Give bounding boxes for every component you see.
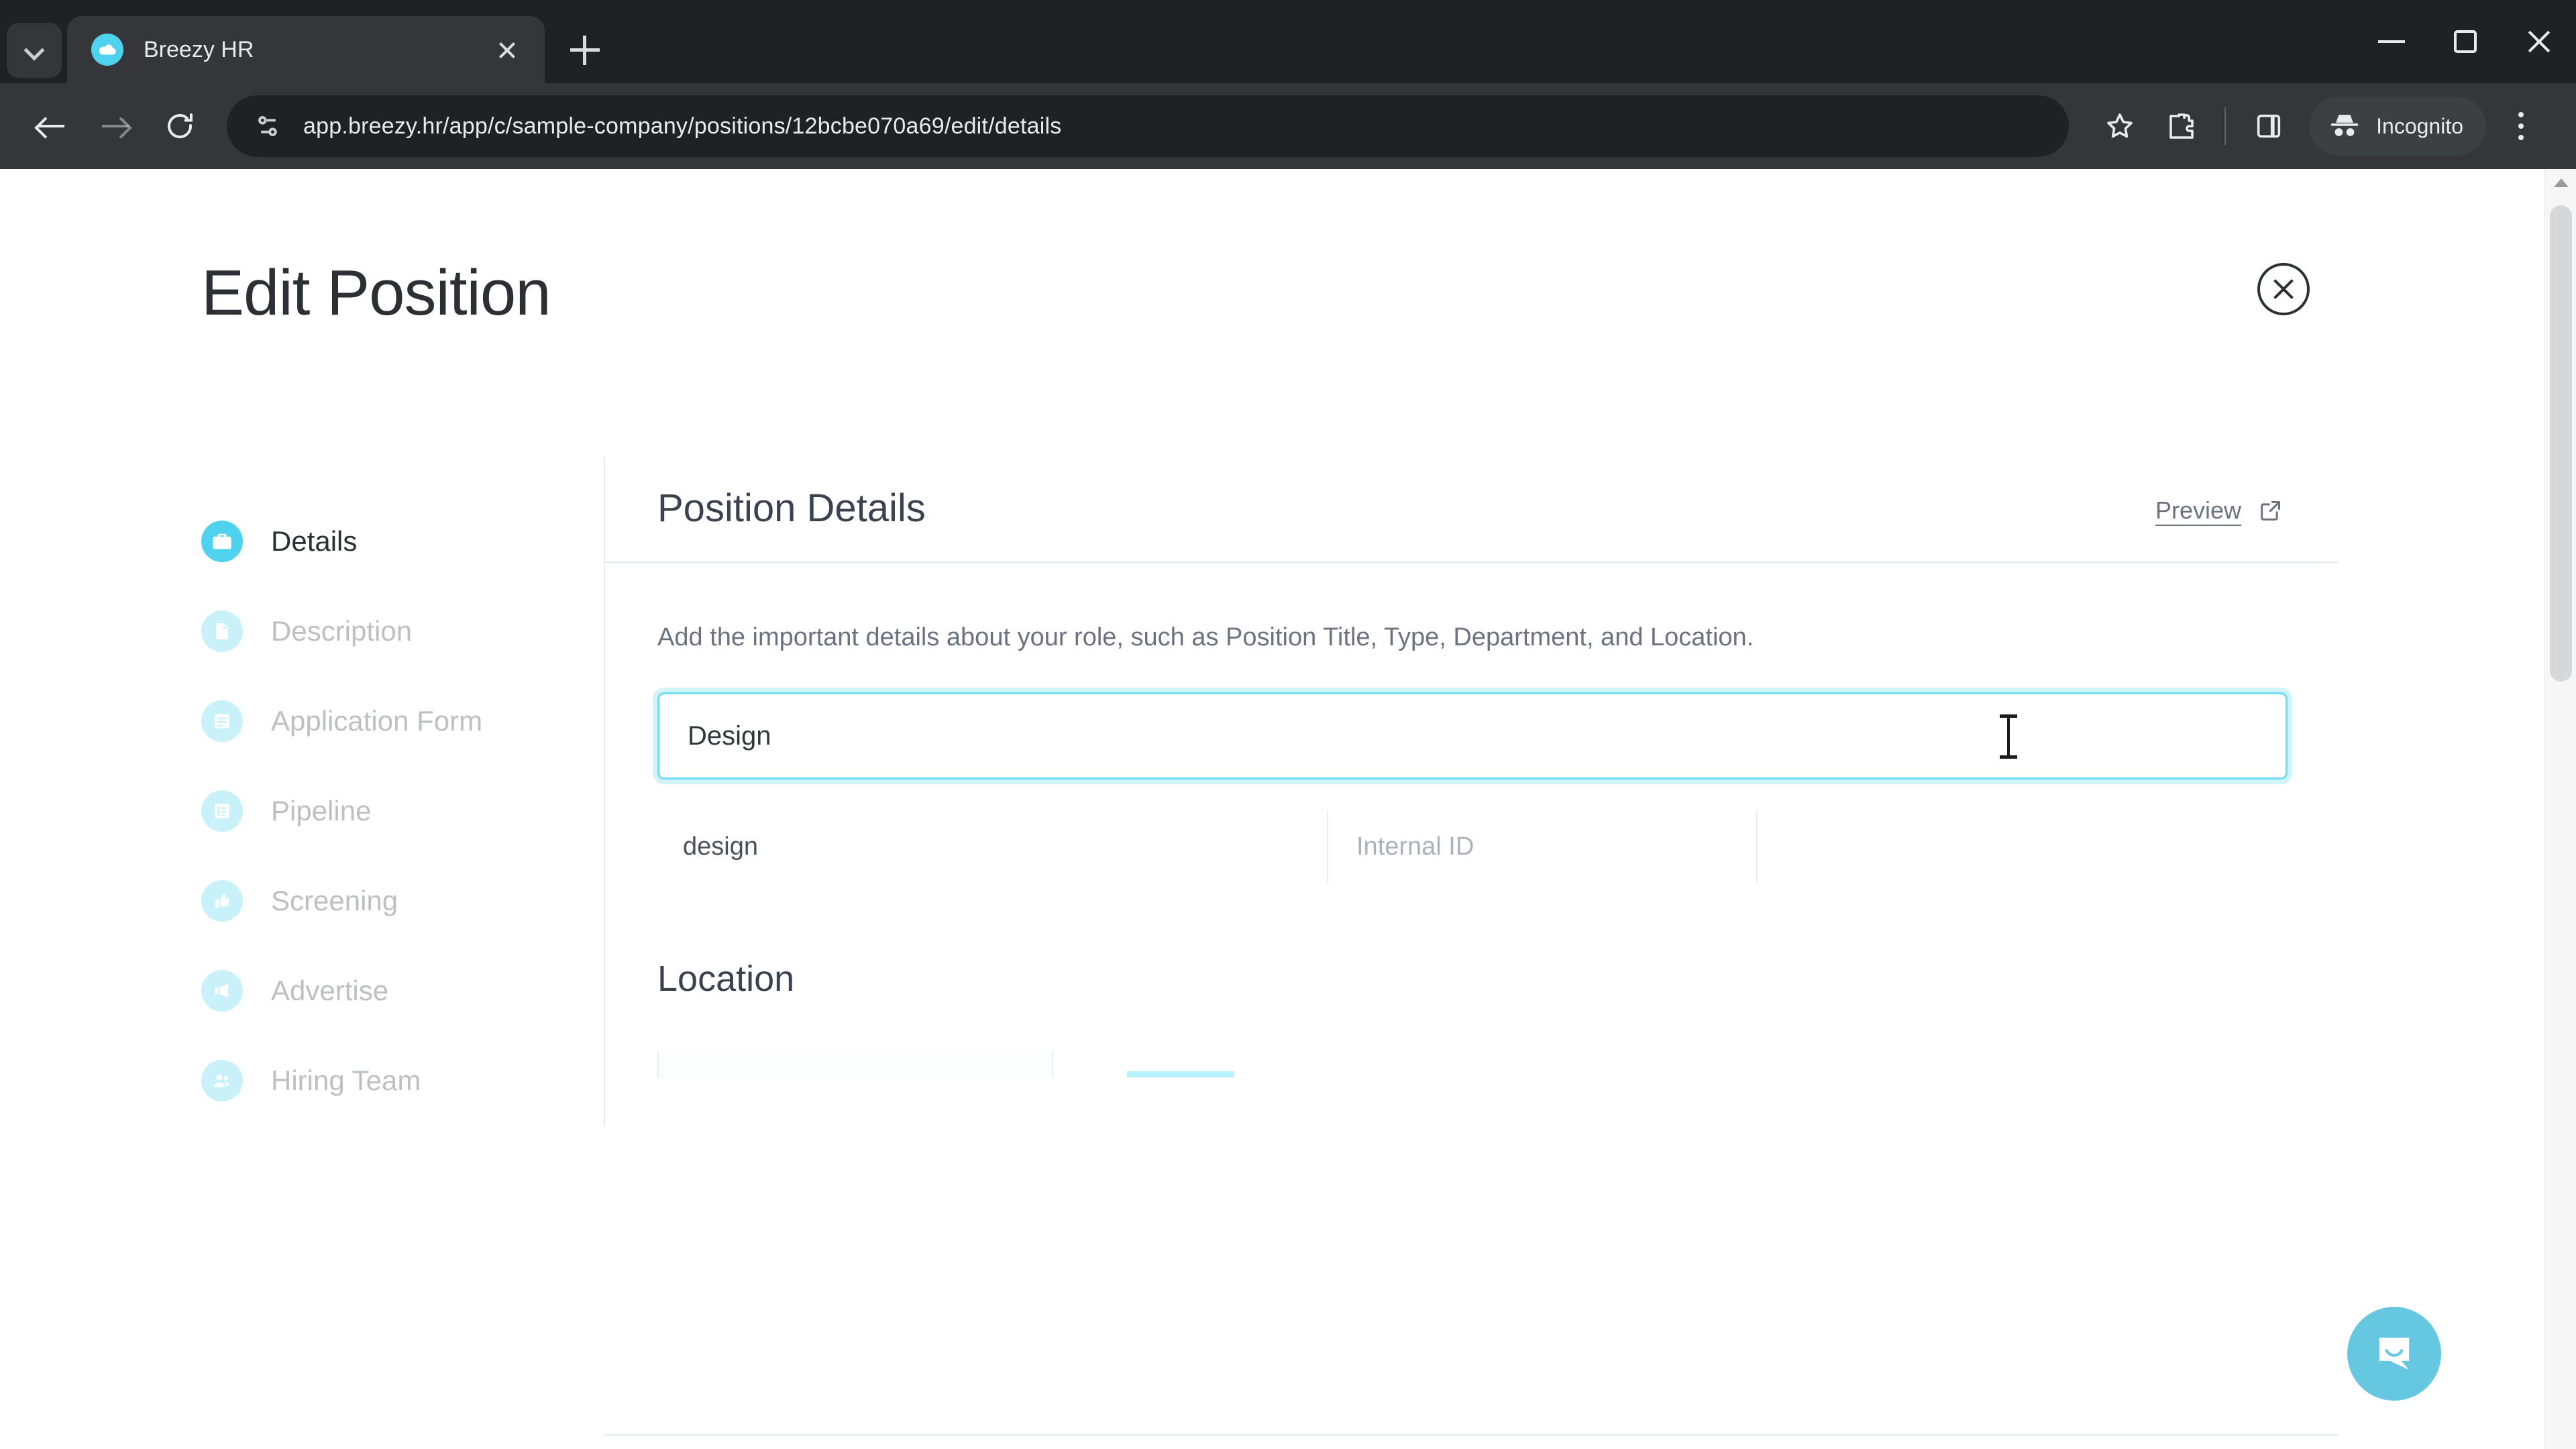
wizard-sidebar: Details Description Application Form Pip… [201,458,604,1126]
slug-value: design [683,832,758,861]
location-section-title: Location [657,959,795,1000]
close-icon[interactable] [490,32,525,67]
people-icon [201,1060,243,1102]
back-button[interactable] [19,94,83,158]
card-body: Add the important details about your rol… [605,563,2338,1078]
sidebar-item-advertise[interactable]: Advertise [201,946,604,1036]
internal-id-placeholder: Internal ID [1356,832,1474,861]
chevron-down-icon [25,42,43,59]
megaphone-icon [201,970,243,1012]
card-title: Position Details [657,486,926,530]
tab-title: Breezy HR [144,36,254,62]
location-fields-row [657,1051,2286,1078]
intercom-chat-icon[interactable] [2347,1307,2441,1401]
plus-icon[interactable] [559,24,610,75]
arrow-right-icon [101,111,130,141]
position-title-input[interactable]: Design [657,692,2288,780]
location-input-partial[interactable] [657,1051,1053,1078]
external-link-icon [2261,501,2280,521]
sidebar-item-screening[interactable]: Screening [201,856,604,946]
position-meta-row: design Internal ID [657,810,2286,883]
card-description: Add the important details about your rol… [657,623,1754,651]
reload-button[interactable] [148,94,212,158]
scroll-up-arrow-icon[interactable] [2554,178,2569,187]
browser-tab[interactable]: Breezy HR [67,16,545,83]
internal-id-field[interactable]: Internal ID [1328,810,1758,883]
forward-button[interactable] [83,94,148,158]
sidebar-item-label: Screening [271,885,398,916]
sidebar-item-hiring-team[interactable]: Hiring Team [201,1036,604,1126]
url-text: app.breezy.hr/app/c/sample-company/posit… [303,113,1062,139]
profile-incognito-button[interactable]: Incognito [2309,97,2486,156]
puzzle-piece-icon[interactable] [2151,95,2212,157]
form-list-icon [201,700,243,742]
sidebar-item-label: Pipeline [271,795,372,826]
page-title: Edit Position [201,257,551,329]
scrollbar-thumb[interactable] [2550,205,2572,682]
text-cursor-icon [2000,714,2017,759]
briefcase-icon [201,521,243,562]
browser-toolbar: app.breezy.hr/app/c/sample-company/posit… [0,83,2576,169]
page-viewport: Edit Position Details Description Applic… [0,169,2576,1449]
sidebar-item-label: Description [271,615,413,647]
close-circle-icon[interactable] [2257,263,2310,315]
card-header: Position Details Preview [605,458,2338,563]
profile-label: Incognito [2376,113,2463,138]
sidebar-item-description[interactable]: Description [201,586,604,676]
preview-label: Preview [2155,496,2241,524]
sidebar-item-label: Details [271,525,358,557]
arrow-left-icon [36,111,66,141]
address-bar[interactable]: app.breezy.hr/app/c/sample-company/posit… [227,95,2070,157]
toolbar-divider [2224,107,2226,145]
incognito-hat-icon [2330,115,2359,136]
window-controls [2355,0,2576,83]
thumbs-up-icon [201,880,243,922]
preview-link[interactable]: Preview [2155,486,2284,525]
location-tab-indicator [1127,1051,1234,1078]
sidebar-item-application-form[interactable]: Application Form [201,676,604,766]
edit-position-page: Edit Position Details Description Applic… [0,169,2544,1449]
card-footer: Save Changes [604,1434,2338,1449]
wizard-layout: Details Description Application Form Pip… [0,458,2544,1126]
pipeline-icon [201,790,243,832]
reload-icon [168,113,193,139]
tune-sliders-icon[interactable] [251,109,286,144]
position-title-value: Design [688,720,771,751]
sidebar-item-pipeline[interactable]: Pipeline [201,766,604,856]
page-scrollbar[interactable] [2544,169,2576,1449]
position-details-card: Position Details Preview Add the importa… [604,458,2338,1126]
sidebar-item-label: Advertise [271,975,389,1006]
page-header: Edit Position [0,169,2544,330]
side-panel-icon[interactable] [2238,95,2300,157]
minimize-icon[interactable] [2355,0,2428,83]
sidebar-item-label: Application Form [271,705,483,737]
star-icon[interactable] [2089,95,2151,157]
tab-strip: Breezy HR [0,0,2576,83]
document-icon [201,610,243,652]
slug-field[interactable]: design [657,810,1328,883]
browser-window: Breezy HR app.breezy.hr/app/c/sample-com… [0,0,2576,1449]
window-close-icon[interactable] [2502,0,2576,83]
sidebar-item-label: Hiring Team [271,1065,421,1096]
tab-search-button[interactable] [7,23,62,78]
maximize-icon[interactable] [2428,0,2502,83]
three-dots-vertical-icon[interactable] [2493,95,2549,157]
breezy-cloud-icon [91,34,123,66]
sidebar-item-details[interactable]: Details [201,496,604,586]
